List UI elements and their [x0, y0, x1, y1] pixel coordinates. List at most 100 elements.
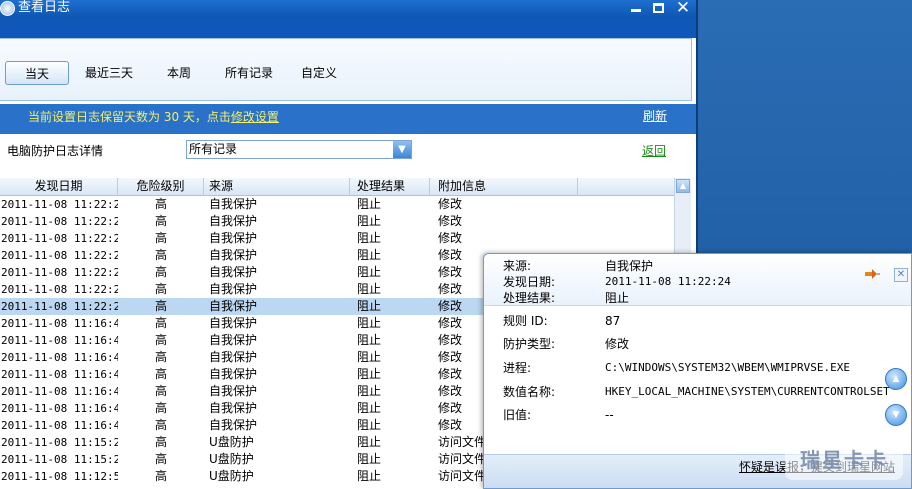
column-header-extra[interactable]: 附加信息: [430, 178, 578, 196]
header-band: [0, 18, 696, 38]
table-row[interactable]: 2011-11-08 11:22:25 高 自我保护 阻止 修改: [0, 196, 674, 213]
cell-date: 2011-11-08 11:16:44: [1, 385, 118, 398]
cell-level: 高: [154, 333, 167, 347]
popup-date-label: 发现日期:: [503, 275, 556, 289]
popup-close-icon[interactable]: ✕: [894, 268, 908, 282]
cell-level: 高: [154, 418, 167, 432]
record-filter-select[interactable]: 所有记录 ▼: [186, 140, 412, 159]
cell-source: 自我保护: [209, 367, 258, 381]
close-button[interactable]: ✕: [673, 0, 693, 17]
cell-level: 高: [154, 384, 167, 398]
cell-date: 2011-11-08 11:12:54: [1, 470, 118, 483]
cell-date: 2011-11-08 11:15:23: [1, 453, 118, 466]
cell-level: 高: [154, 367, 167, 381]
title-bar[interactable]: 查看日志 ✕: [0, 0, 696, 18]
column-header-blank: [578, 178, 674, 196]
popup-type-label: 防护类型:: [503, 337, 556, 351]
tab-this-week[interactable]: 本周: [160, 61, 198, 85]
table-header: 发现日期 危险级别 来源 处理结果 附加信息: [0, 178, 674, 196]
cell-result: 阻止: [357, 384, 382, 398]
cell-result: 阻止: [357, 418, 382, 432]
cell-extra: 修改: [438, 197, 463, 211]
table-row[interactable]: 2011-11-08 11:22:25 高 自我保护 阻止 修改: [0, 213, 674, 230]
popup-result-value: 阻止: [605, 291, 630, 305]
cell-result: 阻止: [357, 435, 382, 449]
cell-result: 阻止: [357, 333, 382, 347]
cell-source: 自我保护: [209, 384, 258, 398]
cell-level: 高: [154, 214, 167, 228]
maximize-button[interactable]: [649, 0, 669, 17]
cell-source: 自我保护: [209, 282, 258, 296]
cell-level: 高: [154, 197, 167, 211]
column-header-date[interactable]: 发现日期: [0, 178, 118, 196]
cell-level: 高: [154, 316, 167, 330]
cell-level: 高: [154, 452, 167, 466]
cell-result: 阻止: [357, 316, 382, 330]
modify-settings-link[interactable]: 修改设置: [231, 110, 279, 124]
cell-result: 阻止: [357, 214, 382, 228]
cell-date: 2011-11-08 11:15:23: [1, 436, 118, 449]
cell-level: 高: [154, 265, 167, 279]
cell-date: 2011-11-08 11:22:24: [1, 300, 118, 313]
tab-today[interactable]: 当天: [5, 61, 69, 85]
popup-result-label: 处理结果:: [503, 291, 556, 305]
popup-rule-label: 规则 ID:: [503, 314, 548, 328]
cell-date: 2011-11-08 11:16:44: [1, 317, 118, 330]
cell-date: 2011-11-08 11:22:25: [1, 232, 118, 245]
dropdown-arrow-icon[interactable]: ▼: [393, 141, 411, 158]
cell-source: 自我保护: [209, 265, 258, 279]
column-header-source[interactable]: 来源: [204, 178, 350, 196]
popup-name-value: HKEY_LOCAL_MACHINE\SYSTEM\CURRENTCONTROL…: [605, 385, 890, 398]
pin-icon[interactable]: [864, 268, 880, 280]
cell-date: 2011-11-08 11:22:25: [1, 266, 118, 279]
cell-result: 阻止: [357, 350, 382, 364]
popup-process-value: C:\WINDOWS\SYSTEM32\WBEM\WMIPRVSE.EXE: [605, 361, 851, 374]
tab-last-three-days[interactable]: 最近三天: [78, 61, 140, 85]
minimize-button[interactable]: [626, 0, 646, 17]
cell-level: 高: [154, 401, 167, 415]
cell-extra: 修改: [438, 214, 463, 228]
retention-info: 当前设置日志保留天数为 30 天，点击修改设置: [28, 106, 279, 128]
back-link[interactable]: 返回: [642, 143, 666, 159]
table-row[interactable]: 2011-11-08 11:22:25 高 自我保护 阻止 修改: [0, 230, 674, 247]
cell-source: 自我保护: [209, 197, 258, 211]
watermark-logo: 瑞星卡卡: [785, 440, 903, 480]
select-value: 所有记录: [189, 142, 238, 156]
tab-all-records[interactable]: 所有记录: [218, 61, 280, 85]
popup-source-value: 自我保护: [605, 259, 654, 273]
cell-date: 2011-11-08 11:16:44: [1, 419, 118, 432]
cell-result: 阻止: [357, 452, 382, 466]
cell-result: 阻止: [357, 248, 382, 262]
cell-date: 2011-11-08 11:16:44: [1, 402, 118, 415]
window-title: 查看日志: [18, 0, 71, 15]
cell-date: 2011-11-08 11:22:25: [1, 283, 118, 296]
scroll-up-icon[interactable]: ▲: [676, 179, 690, 193]
cell-result: 阻止: [357, 231, 382, 245]
cell-level: 高: [154, 248, 167, 262]
cell-date: 2011-11-08 11:22:25: [1, 249, 118, 262]
cell-source: U盘防护: [209, 452, 254, 466]
cell-result: 阻止: [357, 282, 382, 296]
cell-source: 自我保护: [209, 299, 258, 313]
popup-type-value: 修改: [605, 337, 630, 351]
cell-date: 2011-11-08 11:16:44: [1, 351, 118, 364]
popup-name-label: 数值名称:: [503, 385, 556, 399]
cell-source: 自我保护: [209, 248, 258, 262]
popup-scroll-up-icon[interactable]: ▲: [885, 368, 907, 390]
cell-date: 2011-11-08 11:22:25: [1, 198, 118, 211]
popup-source-label: 来源:: [503, 259, 532, 273]
minimize-icon: [631, 9, 641, 12]
refresh-link[interactable]: 刷新: [643, 106, 667, 126]
cell-result: 阻止: [357, 469, 382, 483]
column-header-result[interactable]: 处理结果: [350, 178, 430, 196]
cell-level: 高: [154, 299, 167, 313]
column-header-level[interactable]: 危险级别: [118, 178, 204, 196]
cell-extra: 修改: [438, 231, 463, 245]
tab-custom[interactable]: 自定义: [295, 61, 343, 85]
popup-old-value: --: [605, 408, 614, 422]
cell-source: 自我保护: [209, 231, 258, 245]
cell-source: 自我保护: [209, 350, 258, 364]
cell-result: 阻止: [357, 265, 382, 279]
popup-rule-value: 87: [605, 314, 621, 328]
popup-scroll-down-icon[interactable]: ▼: [885, 404, 907, 426]
